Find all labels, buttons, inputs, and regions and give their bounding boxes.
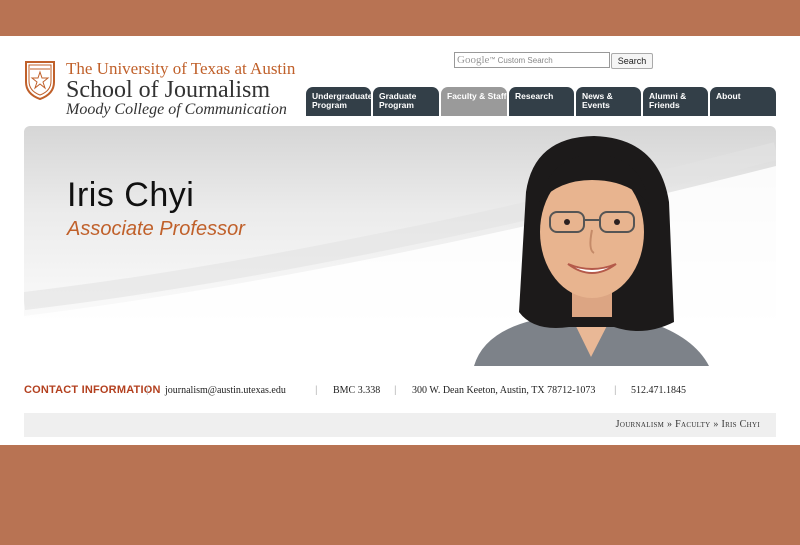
contact-address: 300 W. Dean Keeton, Austin, TX 78712-107…	[412, 385, 596, 396]
breadcrumb-faculty[interactable]: Faculty	[675, 419, 710, 430]
contact-email[interactable]: journalism@austin.utexas.edu	[165, 385, 286, 396]
breadcrumb: Journalism » Faculty » Iris Chyi	[616, 419, 760, 430]
faculty-portrait	[474, 136, 709, 366]
tab-label-line1: Research	[515, 91, 554, 101]
tab-label-line2: Program	[379, 100, 414, 110]
tab-label-line2: Program	[312, 100, 347, 110]
tab-about[interactable]: About	[710, 87, 776, 116]
tab-alumni-friends[interactable]: Alumni & Friends	[643, 87, 708, 116]
tab-news-events[interactable]: News & Events	[576, 87, 641, 116]
tab-undergraduate-program[interactable]: Undergraduate Program	[306, 87, 372, 116]
search-button[interactable]: Search	[611, 53, 653, 69]
contact-phone: 512.471.1845	[631, 385, 686, 396]
university-name: The University of Texas at Austin	[66, 59, 296, 78]
person-name: Iris Chyi	[67, 176, 195, 214]
site-logo[interactable]: The University of Texas at Austin School…	[24, 59, 314, 121]
contact-label: CONTACT INFORMATION	[24, 384, 161, 396]
school-name: School of Journalism	[66, 77, 270, 103]
breadcrumb-separator: »	[666, 419, 673, 430]
tab-graduate-program[interactable]: Graduate Program	[373, 87, 439, 116]
person-title: Associate Professor	[67, 218, 245, 240]
breadcrumb-bar: Journalism » Faculty » Iris Chyi	[24, 413, 776, 437]
tab-research[interactable]: Research	[509, 87, 574, 116]
tab-label-line1: Faculty & Staff	[447, 91, 507, 101]
college-name: Moody College of Communication	[66, 101, 287, 118]
tab-label-line1: News & Events	[582, 91, 613, 110]
contact-office: BMC 3.338	[333, 385, 381, 396]
tab-label-line1: About	[716, 91, 741, 101]
google-brand: Google	[457, 54, 490, 66]
search-placeholder: Custom Search	[497, 56, 553, 65]
profile-hero: Iris Chyi Associate Professor	[24, 126, 776, 366]
tab-label-line2: Friends	[649, 100, 680, 110]
divider: |	[315, 385, 318, 396]
page: The University of Texas at Austin School…	[0, 36, 800, 445]
breadcrumb-journalism[interactable]: Journalism	[616, 419, 665, 430]
divider: |	[614, 385, 617, 396]
search-input[interactable]: Google™ Custom Search	[454, 52, 610, 68]
divider: |	[394, 385, 397, 396]
tab-faculty-staff[interactable]: Faculty & Staff	[441, 87, 507, 116]
ut-seal-icon	[25, 61, 55, 100]
divider: |	[146, 385, 149, 396]
breadcrumb-separator: »	[713, 419, 719, 430]
breadcrumb-current: Iris Chyi	[721, 419, 760, 430]
